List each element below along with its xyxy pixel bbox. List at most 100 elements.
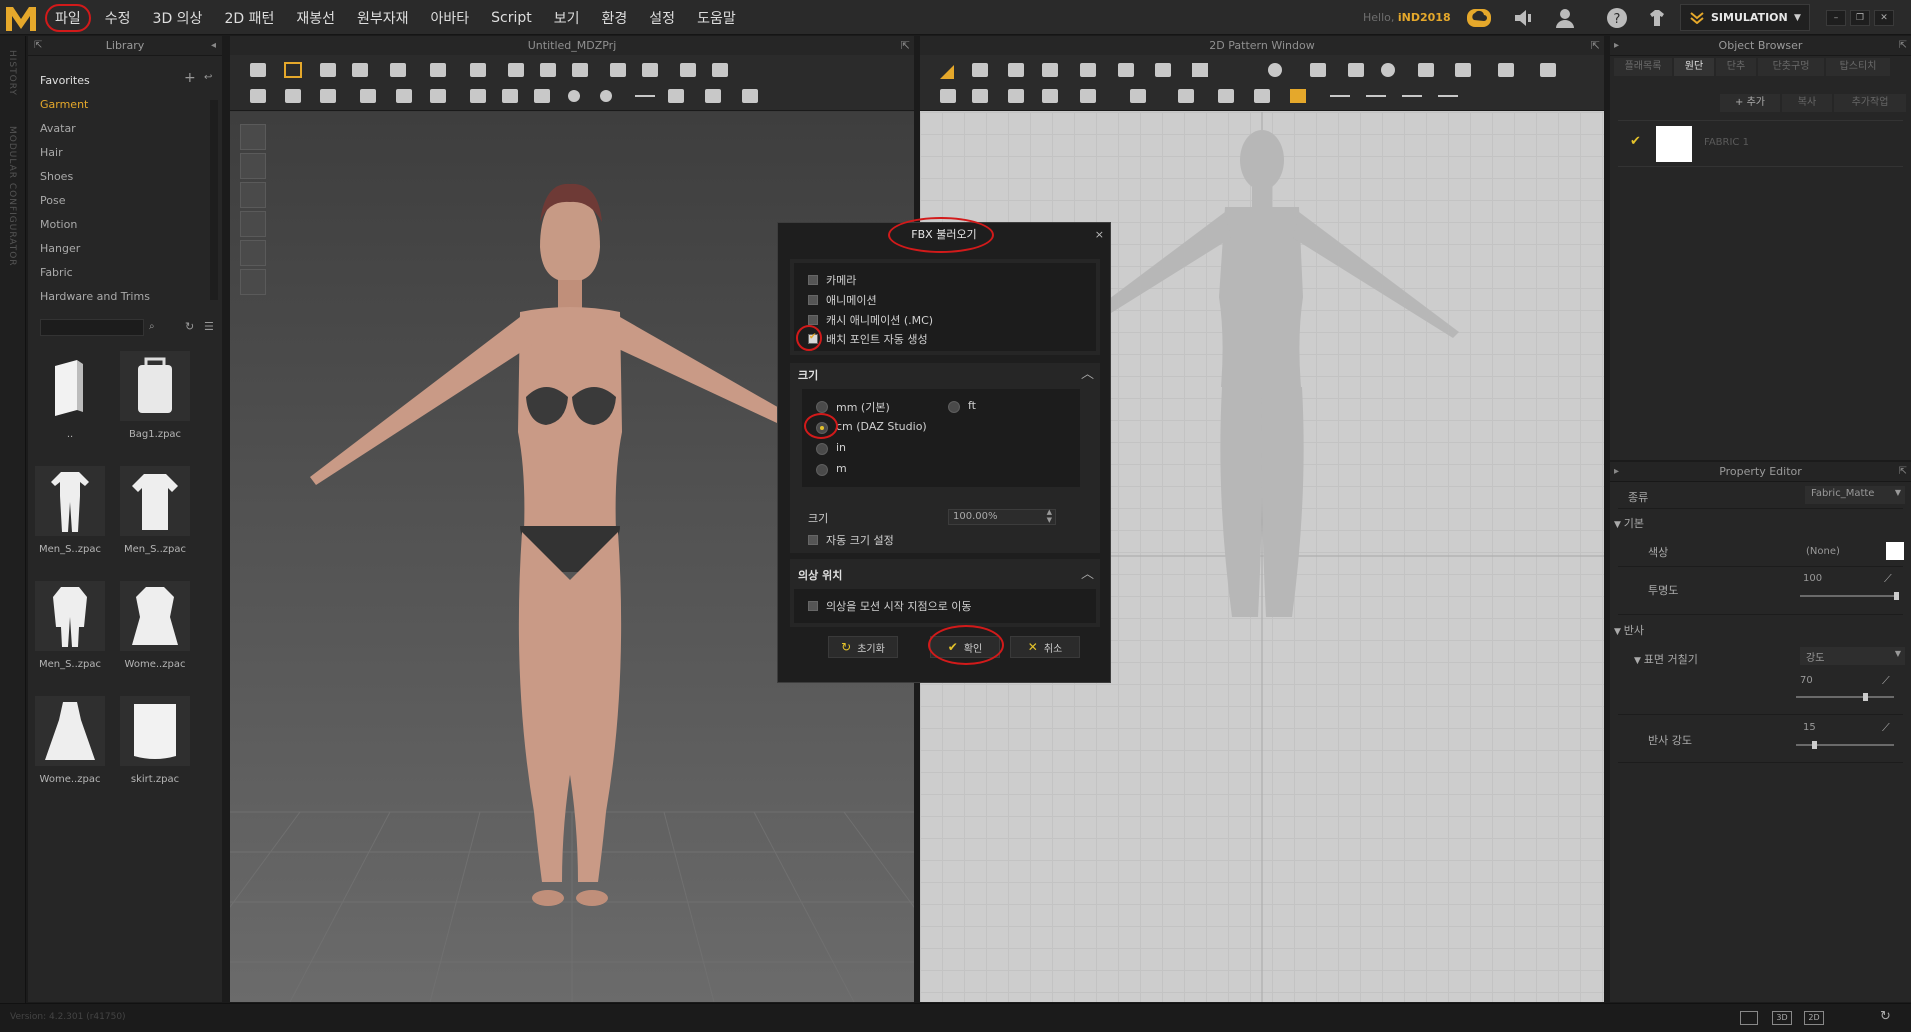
copy-fabric-button[interactable]: 복사 bbox=[1782, 94, 1832, 112]
eyedropper-icon[interactable]: ⟋ bbox=[1882, 674, 1890, 688]
roughness-value[interactable]: 70 bbox=[1800, 675, 1813, 686]
unit-ft-radio[interactable] bbox=[948, 401, 960, 413]
tree-avatar[interactable]: Avatar bbox=[40, 122, 76, 135]
eyedropper-icon[interactable]: ⟋ bbox=[1884, 572, 1892, 586]
basic-section-header[interactable]: ▼ 기본 bbox=[1614, 515, 1911, 531]
roughness-slider-track[interactable] bbox=[1796, 696, 1894, 698]
reflection-section-header[interactable]: ▼ 반사 bbox=[1614, 622, 1911, 638]
menu-3d-garment[interactable]: 3D 의상 bbox=[142, 8, 214, 28]
3d-view-icon[interactable]: 3D bbox=[1772, 1011, 1792, 1025]
garment-view-icon[interactable] bbox=[240, 153, 266, 179]
menu-materials[interactable]: 원부자재 bbox=[346, 8, 420, 28]
dress-thumb[interactable] bbox=[120, 581, 190, 651]
tree-motion[interactable]: Motion bbox=[40, 218, 77, 231]
dialog-close-button[interactable]: × bbox=[1095, 228, 1104, 241]
ok-button[interactable]: ✔ 확인 bbox=[930, 636, 1000, 658]
tree-shoes[interactable]: Shoes bbox=[40, 170, 73, 183]
skin-view-icon[interactable] bbox=[240, 269, 266, 295]
tree-hair[interactable]: Hair bbox=[40, 146, 63, 159]
menu-file[interactable]: 파일 bbox=[45, 3, 91, 32]
tab-buttons[interactable]: 단추 bbox=[1716, 58, 1756, 76]
cloud-icon[interactable] bbox=[1466, 7, 1492, 29]
library-search-input[interactable] bbox=[40, 319, 144, 336]
split-view-icon[interactable] bbox=[1740, 1011, 1758, 1025]
list-view-icon[interactable]: ☰ bbox=[204, 320, 214, 333]
tree-fabric[interactable]: Fabric bbox=[40, 266, 73, 279]
tree-pose[interactable]: Pose bbox=[40, 194, 65, 207]
2d-tool-icons[interactable] bbox=[920, 55, 1604, 111]
menu-script[interactable]: Script bbox=[480, 10, 543, 26]
avatar-view-icon[interactable] bbox=[240, 124, 266, 150]
color-swatch[interactable] bbox=[1886, 542, 1904, 560]
bag-thumb[interactable] bbox=[120, 351, 190, 421]
gown-thumb[interactable] bbox=[35, 696, 105, 766]
menu-view[interactable]: 보기 bbox=[543, 8, 591, 28]
menu-2d-pattern[interactable]: 2D 패턴 bbox=[213, 8, 285, 28]
simulation-button[interactable]: SIMULATION bbox=[1680, 4, 1810, 31]
roughness-mode-select[interactable]: 강도 ▼ bbox=[1800, 647, 1905, 665]
opacity-slider-handle[interactable] bbox=[1894, 592, 1899, 600]
stepper-icon[interactable]: ▲ ▼ bbox=[1047, 508, 1052, 524]
popout-icon[interactable]: ⇱ bbox=[901, 36, 910, 55]
back-icon[interactable]: ↩ bbox=[204, 72, 212, 83]
auto-arrangement-points-checkbox[interactable] bbox=[808, 332, 818, 344]
tab-buttonholes[interactable]: 단춧구멍 bbox=[1758, 58, 1824, 76]
refresh-icon[interactable]: ↻ bbox=[1880, 1009, 1891, 1024]
popout-icon[interactable]: ⇱ bbox=[1591, 36, 1600, 55]
roughness-slider-handle[interactable] bbox=[1863, 693, 1868, 701]
user-icon[interactable] bbox=[1554, 7, 1576, 29]
fabric-list-item[interactable]: ✔ FABRIC 1 bbox=[1610, 124, 1900, 164]
garment-share-icon[interactable] bbox=[1646, 7, 1668, 29]
add-favorite-icon[interactable]: + bbox=[184, 70, 196, 86]
collapse-size-icon[interactable]: ︿ bbox=[1081, 363, 1094, 382]
menu-sewing[interactable]: 재봉선 bbox=[285, 8, 346, 28]
tab-scene[interactable]: 플래목록 bbox=[1614, 58, 1672, 76]
simulation-dropdown-icon[interactable]: ▼ bbox=[1794, 13, 1801, 23]
close-window-button[interactable]: ✕ bbox=[1874, 10, 1894, 26]
reflection-slider-handle[interactable] bbox=[1812, 741, 1817, 749]
eyedropper-icon[interactable]: ⟋ bbox=[1882, 721, 1890, 735]
tab-fabric[interactable]: 원단 bbox=[1674, 58, 1714, 76]
arrow-right-icon[interactable]: ▸ bbox=[1614, 462, 1619, 482]
menu-settings[interactable]: 설정 bbox=[638, 8, 686, 28]
tree-favorites[interactable]: Favorites bbox=[40, 74, 90, 87]
suit-thumb[interactable] bbox=[35, 581, 105, 651]
arrow-right-icon[interactable]: ▸ bbox=[1614, 36, 1619, 56]
tree-hanger[interactable]: Hanger bbox=[40, 242, 80, 255]
camera-checkbox[interactable] bbox=[808, 275, 818, 285]
modular-configurator-tab[interactable]: MODULAR CONFIGURATOR bbox=[7, 126, 17, 267]
texture-view-icon[interactable] bbox=[240, 211, 266, 237]
parent-folder-thumb[interactable] bbox=[35, 351, 105, 421]
skirt-thumb[interactable] bbox=[120, 696, 190, 766]
jumpsuit-thumb[interactable] bbox=[35, 466, 105, 536]
popout-icon[interactable]: ⇱ bbox=[1899, 36, 1907, 56]
cancel-button[interactable]: ✕ 취소 bbox=[1010, 636, 1080, 658]
scale-input[interactable]: 100.00% ▲ ▼ bbox=[948, 508, 1056, 525]
unit-in-radio[interactable] bbox=[816, 443, 828, 455]
opacity-value[interactable]: 100 bbox=[1803, 573, 1822, 584]
3d-tool-icons[interactable] bbox=[230, 55, 914, 111]
minimize-button[interactable]: – bbox=[1826, 10, 1846, 26]
tab-topstitch[interactable]: 탑스티치 bbox=[1826, 58, 1890, 76]
popout-icon[interactable]: ⇱ bbox=[1899, 462, 1907, 482]
opacity-slider-track[interactable] bbox=[1800, 595, 1898, 597]
help-icon[interactable]: ? bbox=[1606, 7, 1628, 29]
menu-avatar[interactable]: 아바타 bbox=[420, 8, 481, 28]
collapse-left-icon[interactable]: ◂ bbox=[211, 36, 216, 56]
refresh-icon[interactable]: ↻ bbox=[185, 320, 194, 333]
animation-checkbox[interactable] bbox=[808, 295, 818, 305]
unit-cm-radio[interactable] bbox=[816, 422, 828, 434]
collapse-position-icon[interactable]: ︿ bbox=[1081, 563, 1094, 582]
search-icon[interactable]: ⌕ bbox=[149, 321, 155, 332]
cache-animation-checkbox[interactable] bbox=[808, 315, 818, 325]
tree-garment[interactable]: Garment bbox=[40, 98, 88, 111]
tree-hardware-trims[interactable]: Hardware and Trims bbox=[40, 290, 150, 303]
tree-scrollbar[interactable] bbox=[210, 100, 218, 300]
avatar-only-icon[interactable] bbox=[240, 182, 266, 208]
fabric-view-icon[interactable] bbox=[240, 240, 266, 266]
reset-button[interactable]: ↻ 초기화 bbox=[828, 636, 898, 658]
unit-m-radio[interactable] bbox=[816, 464, 828, 476]
move-to-motion-start-checkbox[interactable] bbox=[808, 601, 818, 611]
reflection-strength-value[interactable]: 15 bbox=[1803, 722, 1816, 733]
reflection-slider-track[interactable] bbox=[1796, 744, 1894, 746]
